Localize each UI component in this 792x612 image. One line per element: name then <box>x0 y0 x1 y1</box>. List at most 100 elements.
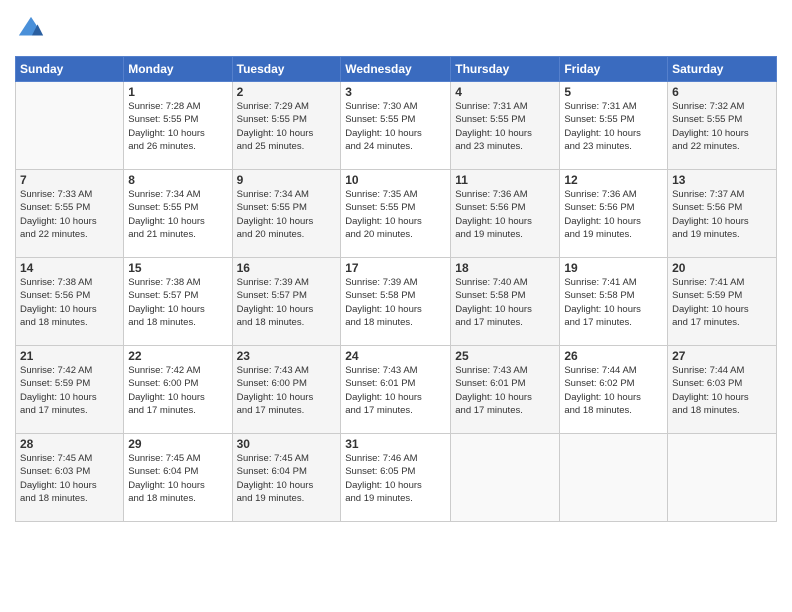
calendar-cell: 16Sunrise: 7:39 AM Sunset: 5:57 PM Dayli… <box>232 258 341 346</box>
day-number: 11 <box>455 173 555 187</box>
calendar-cell: 27Sunrise: 7:44 AM Sunset: 6:03 PM Dayli… <box>668 346 777 434</box>
calendar-cell: 20Sunrise: 7:41 AM Sunset: 5:59 PM Dayli… <box>668 258 777 346</box>
day-number: 26 <box>564 349 663 363</box>
day-info: Sunrise: 7:39 AM Sunset: 5:57 PM Dayligh… <box>237 276 337 329</box>
day-number: 2 <box>237 85 337 99</box>
day-number: 24 <box>345 349 446 363</box>
day-number: 31 <box>345 437 446 451</box>
day-info: Sunrise: 7:42 AM Sunset: 6:00 PM Dayligh… <box>128 364 227 417</box>
calendar-cell: 3Sunrise: 7:30 AM Sunset: 5:55 PM Daylig… <box>341 82 451 170</box>
weekday-header-row: SundayMondayTuesdayWednesdayThursdayFrid… <box>16 57 777 82</box>
logo-icon <box>17 15 45 43</box>
week-row-2: 7Sunrise: 7:33 AM Sunset: 5:55 PM Daylig… <box>16 170 777 258</box>
day-info: Sunrise: 7:33 AM Sunset: 5:55 PM Dayligh… <box>20 188 119 241</box>
day-info: Sunrise: 7:41 AM Sunset: 5:59 PM Dayligh… <box>672 276 772 329</box>
day-info: Sunrise: 7:38 AM Sunset: 5:56 PM Dayligh… <box>20 276 119 329</box>
day-info: Sunrise: 7:45 AM Sunset: 6:04 PM Dayligh… <box>128 452 227 505</box>
day-number: 3 <box>345 85 446 99</box>
calendar-cell: 11Sunrise: 7:36 AM Sunset: 5:56 PM Dayli… <box>451 170 560 258</box>
calendar-cell <box>668 434 777 522</box>
calendar-cell: 31Sunrise: 7:46 AM Sunset: 6:05 PM Dayli… <box>341 434 451 522</box>
calendar-cell: 23Sunrise: 7:43 AM Sunset: 6:00 PM Dayli… <box>232 346 341 434</box>
day-number: 20 <box>672 261 772 275</box>
day-info: Sunrise: 7:34 AM Sunset: 5:55 PM Dayligh… <box>128 188 227 241</box>
day-info: Sunrise: 7:40 AM Sunset: 5:58 PM Dayligh… <box>455 276 555 329</box>
calendar-cell: 1Sunrise: 7:28 AM Sunset: 5:55 PM Daylig… <box>124 82 232 170</box>
day-number: 16 <box>237 261 337 275</box>
day-number: 12 <box>564 173 663 187</box>
day-info: Sunrise: 7:41 AM Sunset: 5:58 PM Dayligh… <box>564 276 663 329</box>
calendar-cell: 10Sunrise: 7:35 AM Sunset: 5:55 PM Dayli… <box>341 170 451 258</box>
calendar-cell: 4Sunrise: 7:31 AM Sunset: 5:55 PM Daylig… <box>451 82 560 170</box>
day-info: Sunrise: 7:29 AM Sunset: 5:55 PM Dayligh… <box>237 100 337 153</box>
day-number: 22 <box>128 349 227 363</box>
day-info: Sunrise: 7:34 AM Sunset: 5:55 PM Dayligh… <box>237 188 337 241</box>
calendar-cell: 22Sunrise: 7:42 AM Sunset: 6:00 PM Dayli… <box>124 346 232 434</box>
day-info: Sunrise: 7:44 AM Sunset: 6:02 PM Dayligh… <box>564 364 663 417</box>
week-row-3: 14Sunrise: 7:38 AM Sunset: 5:56 PM Dayli… <box>16 258 777 346</box>
day-number: 7 <box>20 173 119 187</box>
day-number: 10 <box>345 173 446 187</box>
day-info: Sunrise: 7:43 AM Sunset: 6:01 PM Dayligh… <box>345 364 446 417</box>
day-info: Sunrise: 7:35 AM Sunset: 5:55 PM Dayligh… <box>345 188 446 241</box>
weekday-saturday: Saturday <box>668 57 777 82</box>
calendar-cell: 26Sunrise: 7:44 AM Sunset: 6:02 PM Dayli… <box>560 346 668 434</box>
calendar-cell: 14Sunrise: 7:38 AM Sunset: 5:56 PM Dayli… <box>16 258 124 346</box>
day-info: Sunrise: 7:32 AM Sunset: 5:55 PM Dayligh… <box>672 100 772 153</box>
day-number: 9 <box>237 173 337 187</box>
day-number: 1 <box>128 85 227 99</box>
weekday-wednesday: Wednesday <box>341 57 451 82</box>
calendar-cell: 28Sunrise: 7:45 AM Sunset: 6:03 PM Dayli… <box>16 434 124 522</box>
day-info: Sunrise: 7:44 AM Sunset: 6:03 PM Dayligh… <box>672 364 772 417</box>
weekday-sunday: Sunday <box>16 57 124 82</box>
day-number: 15 <box>128 261 227 275</box>
calendar-cell: 7Sunrise: 7:33 AM Sunset: 5:55 PM Daylig… <box>16 170 124 258</box>
day-number: 23 <box>237 349 337 363</box>
calendar-cell <box>16 82 124 170</box>
calendar-cell: 19Sunrise: 7:41 AM Sunset: 5:58 PM Dayli… <box>560 258 668 346</box>
day-info: Sunrise: 7:46 AM Sunset: 6:05 PM Dayligh… <box>345 452 446 505</box>
day-info: Sunrise: 7:39 AM Sunset: 5:58 PM Dayligh… <box>345 276 446 329</box>
calendar-cell <box>560 434 668 522</box>
page-container: SundayMondayTuesdayWednesdayThursdayFrid… <box>0 0 792 612</box>
day-number: 30 <box>237 437 337 451</box>
day-info: Sunrise: 7:38 AM Sunset: 5:57 PM Dayligh… <box>128 276 227 329</box>
day-info: Sunrise: 7:42 AM Sunset: 5:59 PM Dayligh… <box>20 364 119 417</box>
header <box>15 10 777 48</box>
day-number: 28 <box>20 437 119 451</box>
calendar-cell: 6Sunrise: 7:32 AM Sunset: 5:55 PM Daylig… <box>668 82 777 170</box>
day-number: 18 <box>455 261 555 275</box>
day-number: 5 <box>564 85 663 99</box>
calendar-cell <box>451 434 560 522</box>
day-info: Sunrise: 7:45 AM Sunset: 6:03 PM Dayligh… <box>20 452 119 505</box>
day-number: 25 <box>455 349 555 363</box>
calendar-cell: 21Sunrise: 7:42 AM Sunset: 5:59 PM Dayli… <box>16 346 124 434</box>
weekday-friday: Friday <box>560 57 668 82</box>
day-info: Sunrise: 7:36 AM Sunset: 5:56 PM Dayligh… <box>564 188 663 241</box>
calendar-cell: 12Sunrise: 7:36 AM Sunset: 5:56 PM Dayli… <box>560 170 668 258</box>
week-row-1: 1Sunrise: 7:28 AM Sunset: 5:55 PM Daylig… <box>16 82 777 170</box>
weekday-monday: Monday <box>124 57 232 82</box>
calendar-cell: 24Sunrise: 7:43 AM Sunset: 6:01 PM Dayli… <box>341 346 451 434</box>
calendar-cell: 18Sunrise: 7:40 AM Sunset: 5:58 PM Dayli… <box>451 258 560 346</box>
day-number: 13 <box>672 173 772 187</box>
day-info: Sunrise: 7:43 AM Sunset: 6:01 PM Dayligh… <box>455 364 555 417</box>
day-info: Sunrise: 7:45 AM Sunset: 6:04 PM Dayligh… <box>237 452 337 505</box>
weekday-thursday: Thursday <box>451 57 560 82</box>
calendar-cell: 13Sunrise: 7:37 AM Sunset: 5:56 PM Dayli… <box>668 170 777 258</box>
day-info: Sunrise: 7:30 AM Sunset: 5:55 PM Dayligh… <box>345 100 446 153</box>
calendar-cell: 30Sunrise: 7:45 AM Sunset: 6:04 PM Dayli… <box>232 434 341 522</box>
day-number: 19 <box>564 261 663 275</box>
day-number: 14 <box>20 261 119 275</box>
day-number: 21 <box>20 349 119 363</box>
day-number: 4 <box>455 85 555 99</box>
day-number: 8 <box>128 173 227 187</box>
day-info: Sunrise: 7:31 AM Sunset: 5:55 PM Dayligh… <box>455 100 555 153</box>
day-number: 17 <box>345 261 446 275</box>
logo <box>15 15 49 48</box>
calendar-cell: 8Sunrise: 7:34 AM Sunset: 5:55 PM Daylig… <box>124 170 232 258</box>
day-number: 29 <box>128 437 227 451</box>
calendar-cell: 15Sunrise: 7:38 AM Sunset: 5:57 PM Dayli… <box>124 258 232 346</box>
calendar-cell: 2Sunrise: 7:29 AM Sunset: 5:55 PM Daylig… <box>232 82 341 170</box>
calendar-table: SundayMondayTuesdayWednesdayThursdayFrid… <box>15 56 777 522</box>
